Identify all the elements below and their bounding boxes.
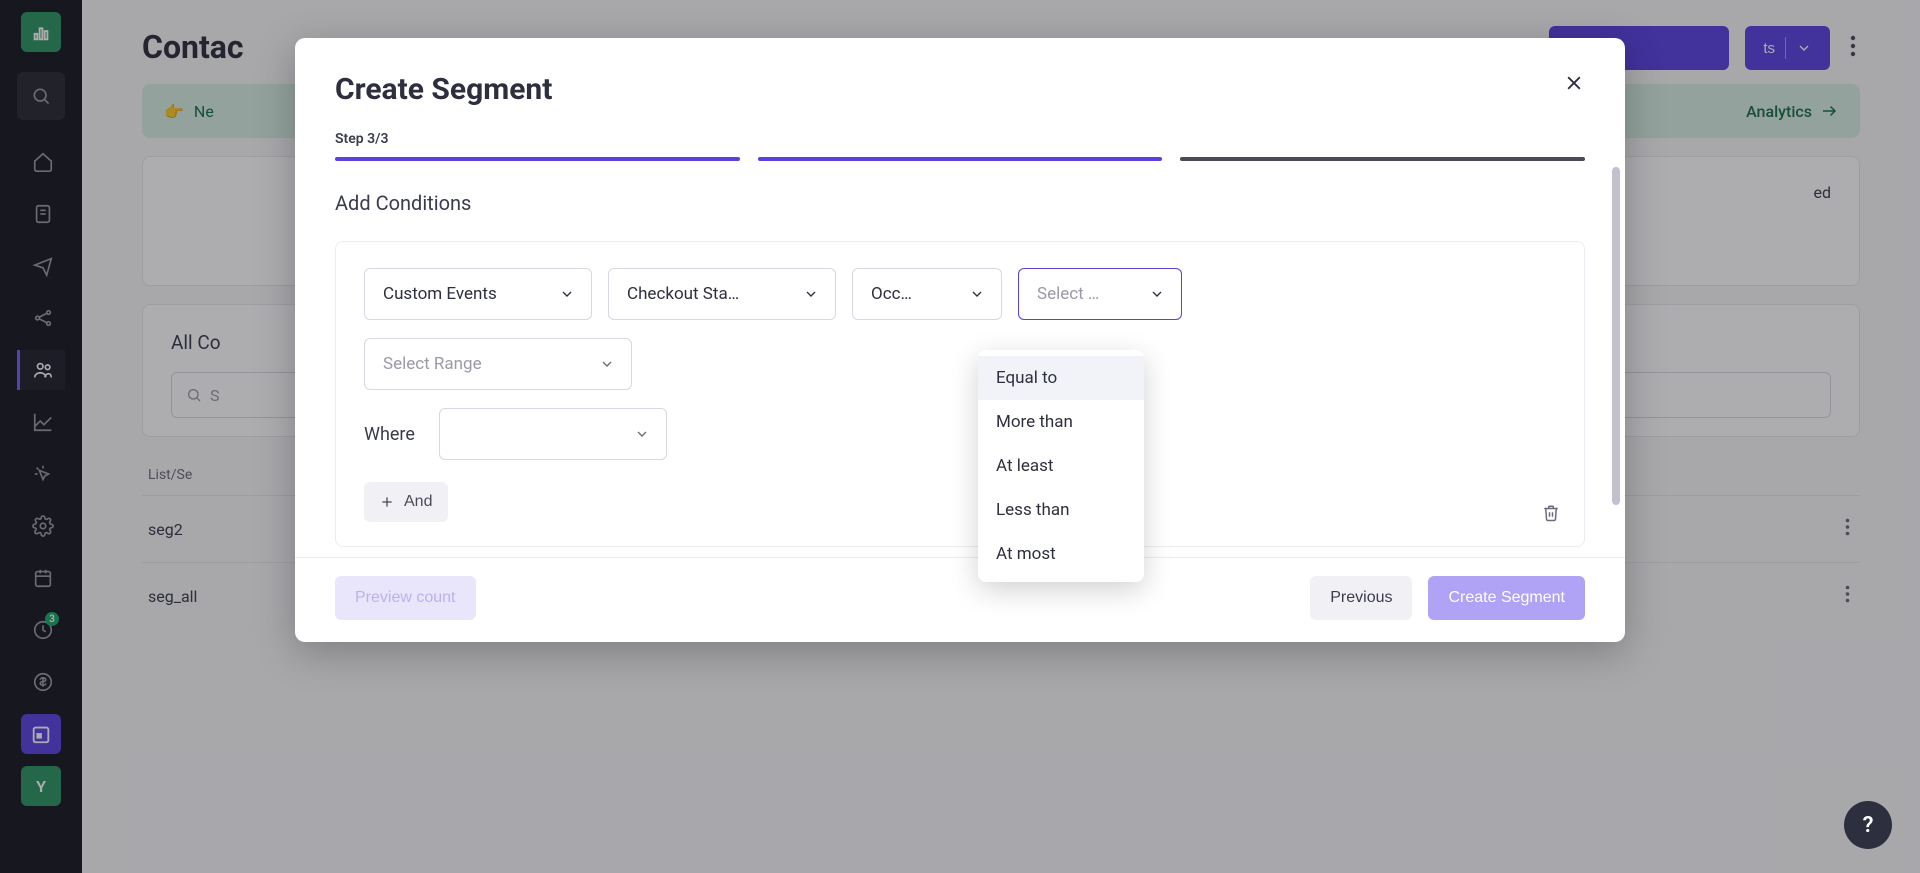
chevron-down-icon bbox=[634, 426, 650, 442]
modal-title: Create Segment bbox=[335, 72, 1585, 107]
modal-header: Create Segment Step 3/3 bbox=[295, 38, 1625, 147]
progress-bars bbox=[295, 147, 1625, 161]
condition-group: Custom Events Checkout Sta… Occ… Select … bbox=[335, 241, 1585, 547]
help-icon: ? bbox=[1863, 813, 1874, 838]
conditions-heading: Add Conditions bbox=[335, 191, 1585, 215]
delete-condition-button[interactable] bbox=[1542, 504, 1560, 526]
where-property-select[interactable] bbox=[439, 408, 667, 460]
event-name-select[interactable]: Checkout Sta… bbox=[608, 268, 836, 320]
operator-select[interactable]: Select … bbox=[1018, 268, 1182, 320]
occurrence-label: Occ… bbox=[871, 284, 912, 304]
where-label: Where bbox=[364, 424, 415, 445]
event-name-label: Checkout Sta… bbox=[627, 284, 739, 304]
chevron-down-icon bbox=[969, 286, 985, 302]
modal-scrollbar[interactable] bbox=[1611, 167, 1621, 551]
chevron-down-icon bbox=[803, 286, 819, 302]
preview-count-button[interactable]: Preview count bbox=[335, 576, 476, 620]
close-icon bbox=[1564, 73, 1584, 93]
scrollbar-thumb[interactable] bbox=[1612, 167, 1620, 505]
help-fab[interactable]: ? bbox=[1844, 801, 1892, 849]
range-placeholder: Select Range bbox=[383, 354, 482, 374]
dropdown-option[interactable]: More than bbox=[978, 400, 1144, 444]
modal-close-button[interactable] bbox=[1559, 68, 1589, 98]
add-and-condition-button[interactable]: And bbox=[364, 482, 448, 522]
step-indicator: Step 3/3 bbox=[335, 131, 1585, 147]
operator-placeholder: Select … bbox=[1037, 284, 1099, 304]
create-segment-button[interactable]: Create Segment bbox=[1428, 576, 1585, 620]
and-label: And bbox=[404, 493, 432, 511]
range-select[interactable]: Select Range bbox=[364, 338, 632, 390]
chevron-down-icon bbox=[599, 356, 615, 372]
previous-button[interactable]: Previous bbox=[1310, 576, 1412, 620]
dropdown-option[interactable]: Less than bbox=[978, 488, 1144, 532]
dropdown-option[interactable]: Equal to bbox=[978, 356, 1144, 400]
event-type-label: Custom Events bbox=[383, 284, 497, 304]
dropdown-option[interactable]: At least bbox=[978, 444, 1144, 488]
dropdown-option[interactable]: At most bbox=[978, 532, 1144, 576]
chevron-down-icon bbox=[559, 286, 575, 302]
plus-icon bbox=[380, 495, 394, 509]
create-segment-modal: Create Segment Step 3/3 Add Conditions C… bbox=[295, 38, 1625, 642]
event-type-select[interactable]: Custom Events bbox=[364, 268, 592, 320]
trash-icon bbox=[1542, 504, 1560, 522]
modal-footer: Preview count Previous Create Segment bbox=[295, 557, 1625, 642]
chevron-down-icon bbox=[1149, 286, 1165, 302]
modal-body: Add Conditions Custom Events Checkout St… bbox=[295, 161, 1625, 557]
occurrence-select[interactable]: Occ… bbox=[852, 268, 1002, 320]
operator-dropdown: Equal to More than At least Less than At… bbox=[978, 350, 1144, 582]
